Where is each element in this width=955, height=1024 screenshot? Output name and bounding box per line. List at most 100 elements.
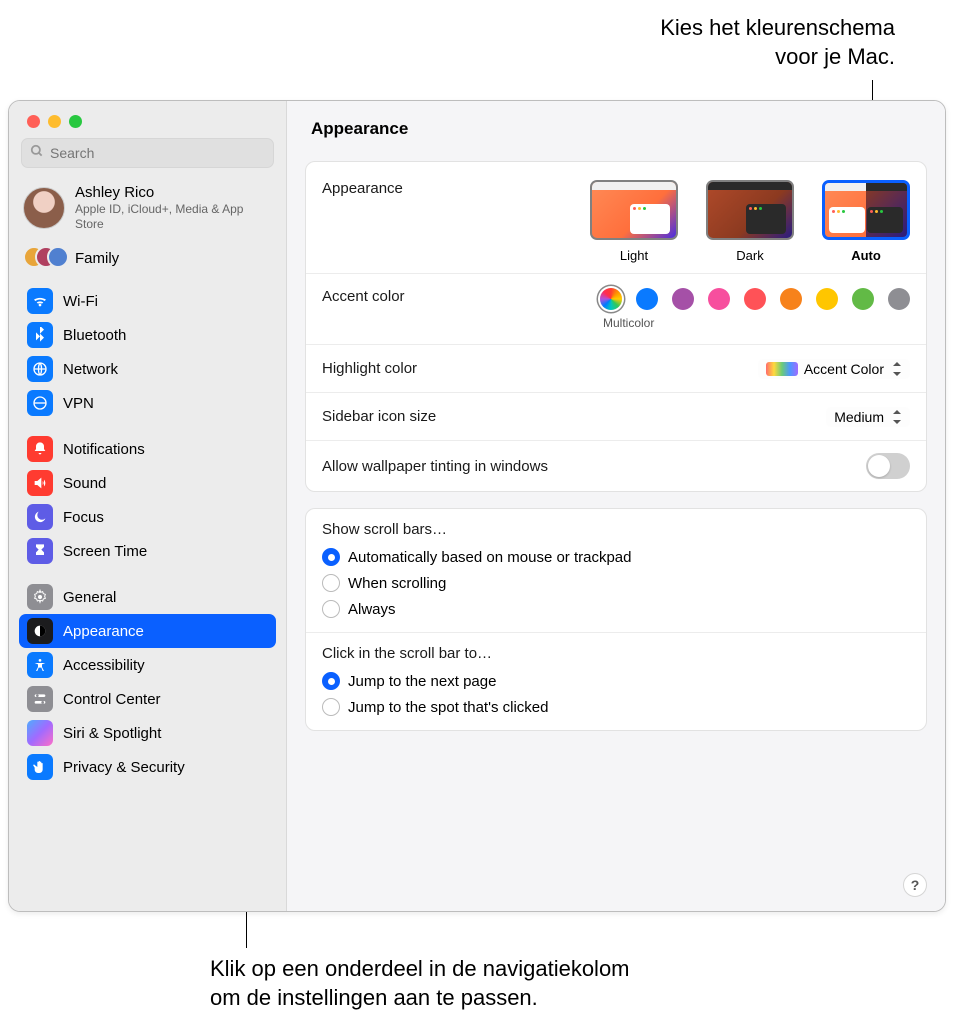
gear-icon bbox=[27, 584, 53, 610]
search-icon bbox=[30, 144, 44, 163]
sidebar-item-sound[interactable]: Sound bbox=[19, 466, 276, 500]
tinting-toggle[interactable] bbox=[866, 453, 910, 479]
accent-green[interactable] bbox=[852, 288, 874, 310]
theme-dark-thumb bbox=[706, 180, 794, 240]
theme-light-thumb bbox=[590, 180, 678, 240]
scrollbars-option-scrolling[interactable]: When scrolling bbox=[322, 572, 446, 594]
sidebar-item-accessibility[interactable]: Accessibility bbox=[19, 648, 276, 682]
radio-label: Automatically based on mouse or trackpad bbox=[348, 549, 631, 566]
highlight-color-row: Highlight color Accent Color bbox=[306, 344, 926, 392]
sidebar-item-general[interactable]: General bbox=[19, 580, 276, 614]
sidebar-item-network[interactable]: Network bbox=[19, 352, 276, 386]
sidebar-item-label: Wi-Fi bbox=[63, 293, 98, 310]
siri-icon bbox=[27, 720, 53, 746]
sidebar-item-appearance[interactable]: Appearance bbox=[19, 614, 276, 648]
scrollclick-row: Click in the scroll bar to… Jump to the … bbox=[306, 632, 926, 730]
accent-orange[interactable] bbox=[780, 288, 802, 310]
scrollclick-title: Click in the scroll bar to… bbox=[322, 645, 492, 662]
avatar bbox=[23, 187, 65, 229]
sidebar-item-label: Network bbox=[63, 361, 118, 378]
tinting-row: Allow wallpaper tinting in windows bbox=[306, 440, 926, 491]
radio-label: Jump to the spot that's clicked bbox=[348, 699, 548, 716]
accent-sublabel: Multicolor bbox=[603, 316, 654, 330]
radio-icon bbox=[322, 600, 340, 618]
sidebar-size-value: Medium bbox=[834, 409, 884, 425]
radio-label: When scrolling bbox=[348, 575, 446, 592]
settings-window: Ashley Rico Apple ID, iCloud+, Media & A… bbox=[8, 100, 946, 912]
account-name: Ashley Rico bbox=[75, 184, 272, 201]
sidebar: Ashley Rico Apple ID, iCloud+, Media & A… bbox=[9, 101, 287, 911]
accent-color-row: Accent color Multicolor bbox=[306, 273, 926, 344]
theme-label: Dark bbox=[736, 248, 763, 263]
window-controls bbox=[9, 101, 286, 138]
sidebar-item-bluetooth[interactable]: Bluetooth bbox=[19, 318, 276, 352]
family-row[interactable]: Family bbox=[9, 240, 286, 280]
sidebar-item-label: General bbox=[63, 589, 116, 606]
bluetooth-icon bbox=[27, 322, 53, 348]
scrollbars-option-always[interactable]: Always bbox=[322, 598, 396, 620]
theme-auto[interactable]: Auto bbox=[822, 180, 910, 263]
sidebar-item-controlcenter[interactable]: Control Center bbox=[19, 682, 276, 716]
sidebar-item-notifications[interactable]: Notifications bbox=[19, 432, 276, 466]
accent-graphite[interactable] bbox=[888, 288, 910, 310]
radio-icon bbox=[322, 548, 340, 566]
radio-icon bbox=[322, 672, 340, 690]
control-center-icon bbox=[27, 686, 53, 712]
sidebar-item-siri[interactable]: Siri & Spotlight bbox=[19, 716, 276, 750]
theme-light[interactable]: Light bbox=[590, 180, 678, 263]
radio-label: Always bbox=[348, 601, 396, 618]
theme-label: Auto bbox=[851, 248, 881, 263]
sidebar-item-label: Appearance bbox=[63, 623, 144, 640]
close-window-button[interactable] bbox=[27, 115, 40, 128]
popup-arrows-icon bbox=[890, 410, 904, 424]
highlight-popup[interactable]: Accent Color bbox=[758, 359, 910, 379]
theme-label: Light bbox=[620, 248, 648, 263]
accent-yellow[interactable] bbox=[816, 288, 838, 310]
vpn-icon bbox=[27, 390, 53, 416]
wifi-icon bbox=[27, 288, 53, 314]
annotation-bottom: Klik op een onderdeel in de navigatiekol… bbox=[210, 955, 630, 1012]
nav-list: Wi-Fi Bluetooth Network VPN Notification… bbox=[9, 280, 286, 794]
hourglass-icon bbox=[27, 538, 53, 564]
search-field[interactable] bbox=[21, 138, 274, 168]
appearance-row: Appearance Light Dark Auto bbox=[306, 162, 926, 273]
accent-multicolor[interactable] bbox=[600, 288, 622, 310]
family-label: Family bbox=[75, 250, 119, 267]
highlight-label: Highlight color bbox=[322, 360, 417, 377]
sidebar-item-label: Focus bbox=[63, 509, 104, 526]
appearance-label: Appearance bbox=[322, 180, 403, 197]
scrollclick-option-nextpage[interactable]: Jump to the next page bbox=[322, 670, 496, 692]
speaker-icon bbox=[27, 470, 53, 496]
theme-dark[interactable]: Dark bbox=[706, 180, 794, 263]
sidebar-item-vpn[interactable]: VPN bbox=[19, 386, 276, 420]
accent-red[interactable] bbox=[744, 288, 766, 310]
sidebar-size-popup[interactable]: Medium bbox=[826, 407, 910, 427]
scrollbars-row: Show scroll bars… Automatically based on… bbox=[306, 509, 926, 632]
gradient-swatch bbox=[766, 362, 798, 376]
accent-pink[interactable] bbox=[708, 288, 730, 310]
zoom-window-button[interactable] bbox=[69, 115, 82, 128]
scrollbars-title: Show scroll bars… bbox=[322, 521, 447, 538]
scrollclick-option-spot[interactable]: Jump to the spot that's clicked bbox=[322, 696, 548, 718]
sidebar-item-wifi[interactable]: Wi-Fi bbox=[19, 284, 276, 318]
apple-id-row[interactable]: Ashley Rico Apple ID, iCloud+, Media & A… bbox=[9, 176, 286, 240]
scrollbars-option-auto[interactable]: Automatically based on mouse or trackpad bbox=[322, 546, 631, 568]
tinting-label: Allow wallpaper tinting in windows bbox=[322, 458, 548, 475]
sidebar-item-privacy[interactable]: Privacy & Security bbox=[19, 750, 276, 784]
sidebar-item-label: Screen Time bbox=[63, 543, 147, 560]
sidebar-item-focus[interactable]: Focus bbox=[19, 500, 276, 534]
accent-purple[interactable] bbox=[672, 288, 694, 310]
search-input[interactable] bbox=[50, 145, 265, 161]
accent-blue[interactable] bbox=[636, 288, 658, 310]
help-button[interactable]: ? bbox=[903, 873, 927, 897]
radio-label: Jump to the next page bbox=[348, 673, 496, 690]
minimize-window-button[interactable] bbox=[48, 115, 61, 128]
main-content: Appearance Appearance Light Dark bbox=[287, 101, 945, 911]
sidebar-item-label: Control Center bbox=[63, 691, 161, 708]
bell-icon bbox=[27, 436, 53, 462]
moon-icon bbox=[27, 504, 53, 530]
sidebar-size-label: Sidebar icon size bbox=[322, 408, 436, 425]
sidebar-item-screentime[interactable]: Screen Time bbox=[19, 534, 276, 568]
annotation-top: Kies het kleurenschema voor je Mac. bbox=[660, 14, 895, 71]
hand-icon bbox=[27, 754, 53, 780]
